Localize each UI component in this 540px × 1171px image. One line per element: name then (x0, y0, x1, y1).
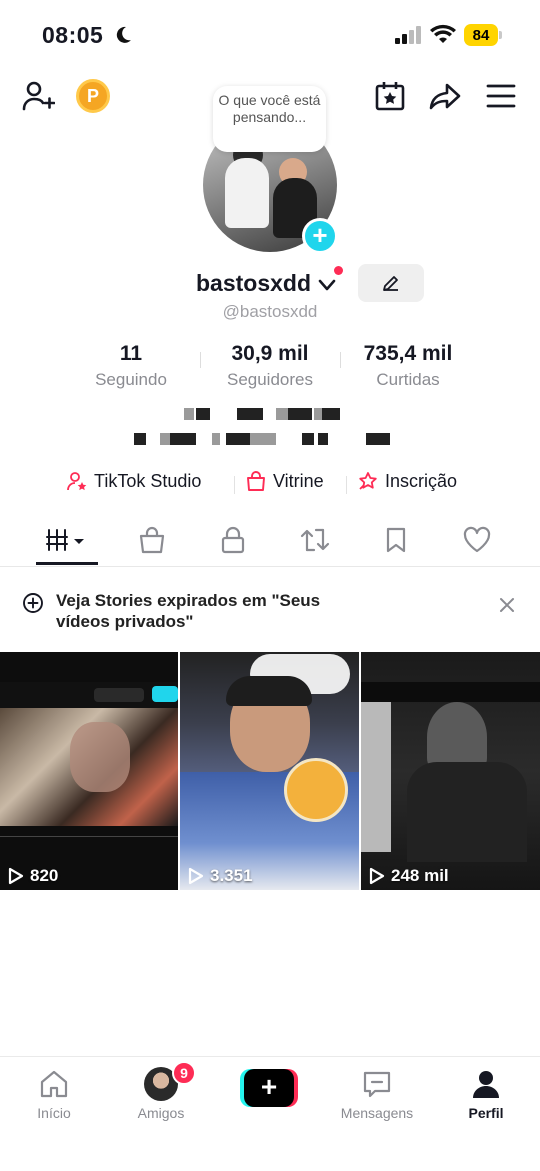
video-thumbnail[interactable]: 3.351 (180, 652, 359, 890)
share-button[interactable] (427, 78, 463, 114)
play-icon (369, 867, 385, 885)
video-grid: 820 3.351 248 mil (0, 652, 540, 890)
wifi-icon (430, 24, 456, 43)
divider (0, 566, 540, 567)
signal-icon (395, 26, 421, 44)
view-count: 3.351 (210, 866, 253, 885)
videos-grid-tab[interactable] (38, 520, 98, 560)
link-label: Vitrine (273, 470, 324, 491)
view-count: 820 (30, 866, 59, 885)
studio-icon (67, 472, 87, 491)
stat-label: Seguidores (226, 370, 313, 389)
hamburger-menu-icon (486, 84, 516, 108)
create-button[interactable]: + (240, 1069, 298, 1107)
shopping-bag-icon (247, 471, 265, 491)
active-tab-indicator (36, 562, 98, 565)
status-time: 08:05 (42, 22, 104, 48)
video-thumbnail[interactable]: 820 (0, 652, 178, 890)
bottom-nav: Início 9 Amigos + Mensagens Perfil (0, 1056, 540, 1171)
liked-tab[interactable] (447, 520, 507, 560)
chevron-down-icon[interactable] (318, 278, 336, 292)
shop-tab[interactable] (122, 520, 182, 560)
pencil-icon (383, 276, 398, 291)
nav-friends[interactable]: 9 Amigos (116, 1061, 206, 1121)
plus-circle-icon (23, 593, 43, 613)
stories-banner[interactable]: Veja Stories expirados em "Seus vídeos p… (0, 580, 540, 640)
video-views: 248 mil (369, 866, 449, 886)
repost-icon (300, 528, 330, 552)
profile-handle: @bastosxdd (222, 302, 318, 321)
thought-bubble[interactable]: O que você está pensando... (213, 86, 326, 152)
link-label: TikTok Studio (94, 470, 202, 491)
nav-home[interactable]: Início (9, 1067, 99, 1121)
banner-text: Veja Stories expirados em "Seus vídeos p… (56, 590, 320, 632)
play-icon (8, 867, 24, 885)
view-count: 248 mil (391, 866, 449, 885)
banner-line-1: Veja Stories expirados em "Seus (56, 591, 321, 610)
notification-dot (334, 266, 343, 275)
reposts-tab[interactable] (285, 520, 345, 560)
message-icon (363, 1071, 391, 1098)
favorites-tab[interactable] (366, 520, 426, 560)
grid-tab-icon (46, 529, 84, 551)
profile-icon (473, 1071, 499, 1098)
nav-label: Início (37, 1105, 71, 1121)
video-views: 3.351 (188, 866, 253, 886)
divider (200, 352, 201, 368)
add-user-icon (22, 81, 55, 111)
video-views: 820 (8, 866, 58, 886)
share-arrow-icon (429, 83, 461, 110)
divider (340, 352, 341, 368)
banner-line-2: vídeos privados" (56, 612, 194, 631)
play-icon (188, 867, 204, 885)
nav-label: Perfil (468, 1105, 504, 1121)
video-thumbnail[interactable]: 248 mil (361, 652, 540, 890)
battery-icon: 84 (464, 24, 502, 46)
stat-value: 30,9 mil (231, 342, 309, 365)
bookmark-icon (386, 527, 406, 553)
coin-icon[interactable]: P (76, 79, 110, 113)
link-label: Inscrição (385, 470, 458, 491)
menu-button[interactable] (483, 78, 519, 114)
tiktok-studio-link[interactable]: TikTok Studio (66, 470, 201, 492)
stat-following[interactable]: 11 Seguindo (86, 342, 176, 390)
stat-value: 11 (119, 342, 143, 365)
calendar-star-icon (375, 82, 405, 111)
battery-level: 84 (464, 24, 498, 46)
private-tab[interactable] (203, 520, 263, 560)
shopping-bag-icon (139, 526, 165, 554)
stat-likes[interactable]: 735,4 mil Curtidas (352, 342, 464, 390)
add-friend-button[interactable] (20, 78, 56, 114)
subscription-link[interactable]: Inscrição (357, 470, 457, 492)
moon-icon (116, 26, 131, 43)
nav-label: Mensagens (340, 1105, 414, 1121)
stat-value: 735,4 mil (363, 342, 453, 365)
lock-icon (221, 526, 245, 554)
nav-messages[interactable]: Mensagens (332, 1067, 422, 1121)
nav-profile[interactable]: Perfil (441, 1067, 531, 1121)
calendar-star-button[interactable] (372, 78, 408, 114)
close-icon[interactable] (496, 594, 518, 616)
heart-icon (463, 526, 491, 553)
content-tabs (0, 520, 540, 566)
profile-links: TikTok Studio Vitrine Inscrição (0, 470, 540, 500)
stat-label: Seguindo (95, 370, 167, 389)
subscription-icon (359, 472, 377, 490)
stat-followers[interactable]: 30,9 mil Seguidores (215, 342, 325, 390)
add-story-button[interactable]: + (302, 218, 338, 254)
stat-label: Curtidas (376, 370, 440, 389)
plus-icon: + (244, 1069, 294, 1107)
status-bar: 08:05 84 (0, 0, 540, 70)
divider (234, 476, 235, 494)
divider (346, 476, 347, 494)
profile-username[interactable]: bastosxdd (196, 270, 311, 297)
edit-profile-button[interactable] (358, 264, 424, 302)
home-icon (40, 1070, 68, 1098)
notification-badge: 9 (172, 1061, 196, 1085)
nav-label: Amigos (137, 1105, 185, 1121)
vitrine-link[interactable]: Vitrine (245, 470, 324, 492)
